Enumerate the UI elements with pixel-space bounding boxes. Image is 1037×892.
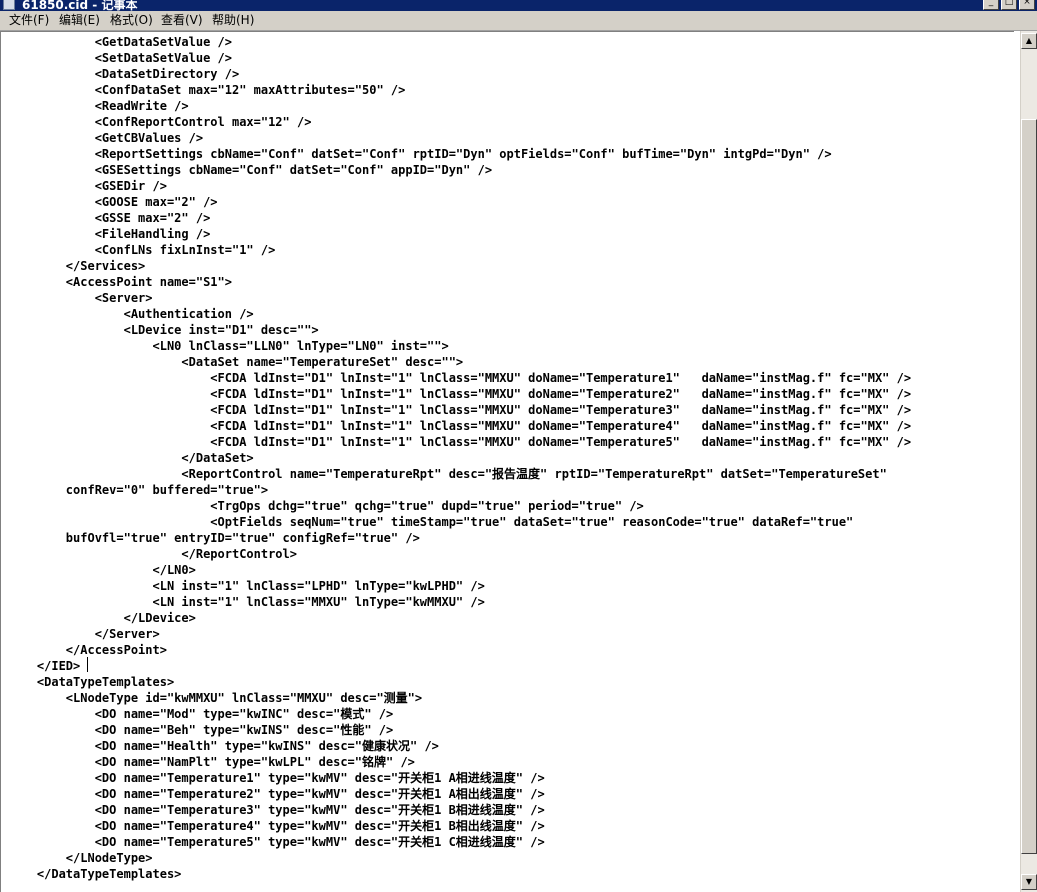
- code-line[interactable]: </LNodeType>: [8, 850, 911, 866]
- code-line[interactable]: <DO name="Health" type="kwINS" desc="健康状…: [8, 738, 911, 754]
- code-line[interactable]: <FCDA ldInst="D1" lnInst="1" lnClass="MM…: [8, 386, 911, 402]
- code-line[interactable]: <ReadWrite />: [8, 98, 911, 114]
- code-line[interactable]: </Server>: [8, 626, 911, 642]
- code-line[interactable]: <GSESettings cbName="Conf" datSet="Conf"…: [8, 162, 911, 178]
- code-line[interactable]: </IED>: [8, 658, 911, 674]
- vertical-scrollbar[interactable]: ▲ ▼: [1020, 31, 1037, 892]
- text-editor-area[interactable]: <GetDataSetValue /> <SetDataSetValue /> …: [0, 31, 1037, 892]
- menu-bar: 文件(F) 编辑(E) 格式(O) 查看(V) 帮助(H): [0, 11, 1037, 31]
- code-line[interactable]: <DO name="Temperature5" type="kwMV" desc…: [8, 834, 911, 850]
- code-line[interactable]: <TrgOps dchg="true" qchg="true" dupd="tr…: [8, 498, 911, 514]
- window-title: 61850.cid - 记事本: [22, 0, 138, 11]
- code-line[interactable]: </DataTypeTemplates>: [8, 866, 911, 882]
- code-line[interactable]: <LNodeType id="kwMMXU" lnClass="MMXU" de…: [8, 690, 911, 706]
- code-line[interactable]: confRev="0" buffered="true">: [8, 482, 911, 498]
- code-line[interactable]: </DataSet>: [8, 450, 911, 466]
- maximize-button[interactable]: □: [1001, 0, 1017, 10]
- scroll-up-arrow-icon[interactable]: ▲: [1021, 33, 1037, 49]
- code-line[interactable]: <AccessPoint name="S1">: [8, 274, 911, 290]
- code-line[interactable]: <SetDataSetValue />: [8, 50, 911, 66]
- code-line[interactable]: <GetCBValues />: [8, 130, 911, 146]
- code-line[interactable]: </Services>: [8, 258, 911, 274]
- code-line[interactable]: <LN0 lnClass="LLN0" lnType="LN0" inst=""…: [8, 338, 911, 354]
- title-bar[interactable]: 61850.cid - 记事本 _ □ ×: [0, 0, 1037, 11]
- code-line[interactable]: <DO name="Temperature1" type="kwMV" desc…: [8, 770, 911, 786]
- code-line[interactable]: <DO name="Temperature3" type="kwMV" desc…: [8, 802, 911, 818]
- menu-edit[interactable]: 编辑(E): [59, 12, 100, 29]
- code-line[interactable]: <GSSE max="2" />: [8, 210, 911, 226]
- code-line[interactable]: <DataSet name="TemperatureSet" desc="">: [8, 354, 911, 370]
- code-line[interactable]: <GetDataSetValue />: [8, 34, 911, 50]
- code-line[interactable]: <FileHandling />: [8, 226, 911, 242]
- code-line[interactable]: <Authentication />: [8, 306, 911, 322]
- code-line[interactable]: </ReportControl>: [8, 546, 911, 562]
- code-line[interactable]: bufOvfl="true" entryID="true" configRef=…: [8, 530, 911, 546]
- code-line[interactable]: <FCDA ldInst="D1" lnInst="1" lnClass="MM…: [8, 434, 911, 450]
- menu-help[interactable]: 帮助(H): [212, 12, 254, 29]
- scroll-down-arrow-icon[interactable]: ▼: [1021, 874, 1037, 890]
- code-line[interactable]: <Server>: [8, 290, 911, 306]
- code-line[interactable]: <ConfDataSet max="12" maxAttributes="50"…: [8, 82, 911, 98]
- code-line[interactable]: <ConfReportControl max="12" />: [8, 114, 911, 130]
- code-line[interactable]: <LN inst="1" lnClass="LPHD" lnType="kwLP…: [8, 578, 911, 594]
- code-line[interactable]: <LDevice inst="D1" desc="">: [8, 322, 911, 338]
- code-line[interactable]: <DO name="Temperature4" type="kwMV" desc…: [8, 818, 911, 834]
- close-button[interactable]: ×: [1019, 0, 1035, 10]
- code-line[interactable]: <DO name="Beh" type="kwINS" desc="性能" />: [8, 722, 911, 738]
- code-line[interactable]: <OptFields seqNum="true" timeStamp="true…: [8, 514, 911, 530]
- window-controls: _ □ ×: [981, 0, 1035, 10]
- code-line[interactable]: <DO name="Mod" type="kwINC" desc="模式" />: [8, 706, 911, 722]
- code-line[interactable]: <ConfLNs fixLnInst="1" />: [8, 242, 911, 258]
- notepad-icon: [3, 0, 15, 10]
- code-line[interactable]: <DO name="Temperature2" type="kwMV" desc…: [8, 786, 911, 802]
- code-line[interactable]: <LN inst="1" lnClass="MMXU" lnType="kwMM…: [8, 594, 911, 610]
- code-line[interactable]: <FCDA ldInst="D1" lnInst="1" lnClass="MM…: [8, 402, 911, 418]
- code-line[interactable]: <ReportControl name="TemperatureRpt" des…: [8, 466, 911, 482]
- code-line[interactable]: <DO name="NamPlt" type="kwLPL" desc="铭牌"…: [8, 754, 911, 770]
- code-line[interactable]: <FCDA ldInst="D1" lnInst="1" lnClass="MM…: [8, 418, 911, 434]
- menu-format[interactable]: 格式(O): [110, 12, 153, 29]
- code-line[interactable]: <ReportSettings cbName="Conf" datSet="Co…: [8, 146, 911, 162]
- document-text[interactable]: <GetDataSetValue /> <SetDataSetValue /> …: [8, 34, 911, 882]
- code-line[interactable]: <DataSetDirectory />: [8, 66, 911, 82]
- code-line[interactable]: </LN0>: [8, 562, 911, 578]
- code-line[interactable]: <DataTypeTemplates>: [8, 674, 911, 690]
- menu-view[interactable]: 查看(V): [161, 12, 203, 29]
- minimize-button[interactable]: _: [983, 0, 999, 10]
- code-line[interactable]: </AccessPoint>: [8, 642, 911, 658]
- code-line[interactable]: <GSEDir />: [8, 178, 911, 194]
- menu-file[interactable]: 文件(F): [9, 12, 49, 29]
- scroll-thumb[interactable]: [1021, 119, 1037, 854]
- code-line[interactable]: </LDevice>: [8, 610, 911, 626]
- code-line[interactable]: <GOOSE max="2" />: [8, 194, 911, 210]
- text-caret: [87, 657, 88, 672]
- code-line[interactable]: <FCDA ldInst="D1" lnInst="1" lnClass="MM…: [8, 370, 911, 386]
